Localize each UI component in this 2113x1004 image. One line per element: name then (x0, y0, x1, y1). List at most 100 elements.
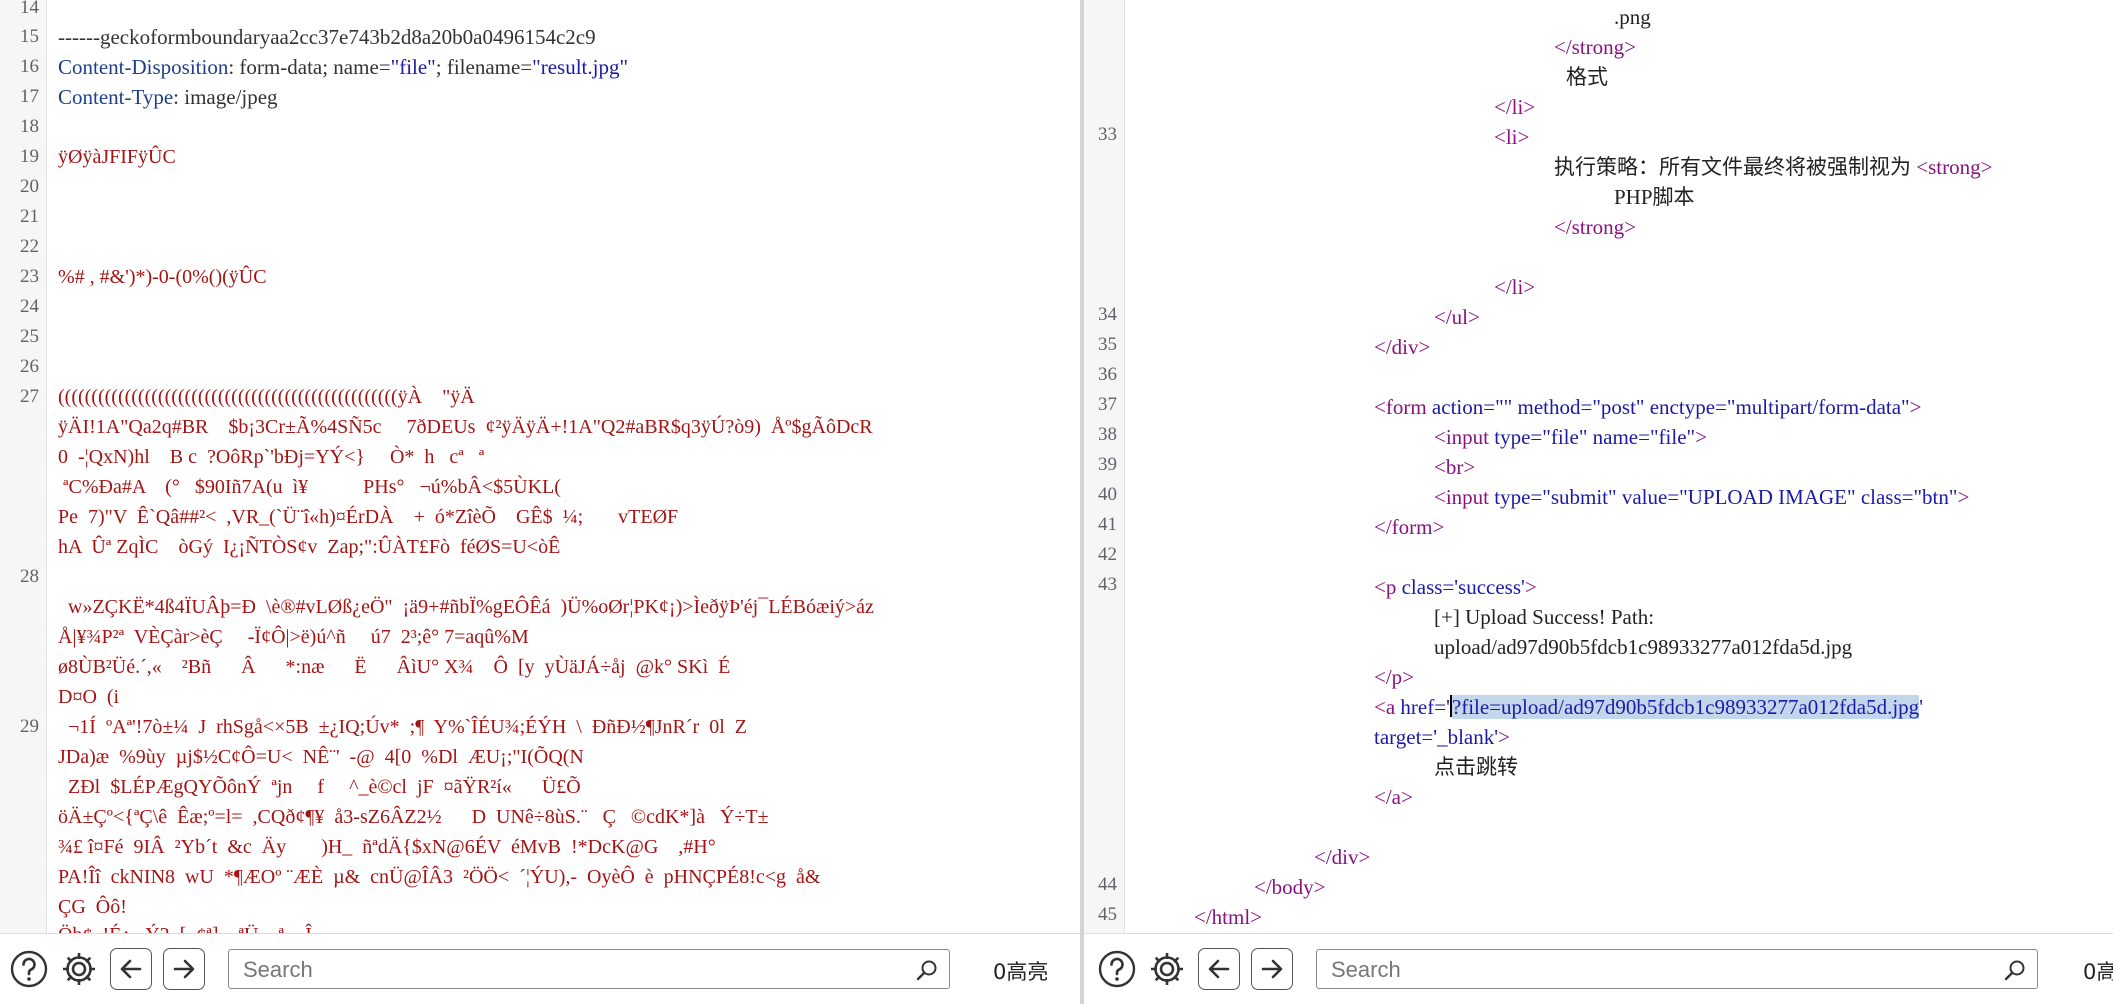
previous-button[interactable] (110, 948, 152, 990)
div-close-tag: </div> (1314, 845, 1371, 869)
line-number: 29 (20, 716, 39, 737)
attr-name: value= (1621, 485, 1680, 509)
line-number: 22 (20, 236, 39, 257)
line-number: 39 (1098, 454, 1117, 475)
div-close-tag: </div> (1374, 335, 1431, 359)
header-text: : form-data; name= (228, 55, 391, 79)
input-tag: <input (1434, 485, 1490, 509)
line-number: 34 (1098, 304, 1117, 325)
next-button[interactable] (1251, 948, 1293, 990)
request-editor[interactable]: 14 15 16 17 18 19 20 21 22 23 24 25 26 2… (0, 0, 1080, 934)
policy-line: 执行策略：所有文件最终将被强制视为 <strong> (1554, 152, 1992, 182)
search-icon[interactable] (2003, 958, 2027, 982)
line-number: 28 (20, 566, 39, 587)
binary-line: Å|¥¾P²ª VÈÇàr>èÇ -Ï¢Ô|>ë)ú^ñ ú7 2³;ê° 7=… (58, 626, 529, 648)
arrow-right-icon (1261, 959, 1283, 979)
header-text: : image/jpeg (173, 85, 278, 109)
binary-line: ÿÄI!1A"Qa2q#BR $b¡3Cr±Ã%4SÑ5c 7ðDEUs ¢²ÿ… (58, 416, 873, 438)
help-icon (1098, 950, 1136, 988)
upload-path-text: upload/ad97d90b5fdcb1c98933277a012fda5d.… (1434, 635, 1853, 659)
next-button[interactable] (163, 948, 205, 990)
attr-value: "post" (1592, 395, 1645, 419)
line-number: 27 (20, 386, 39, 407)
binary-line: ÿØÿàJFIFÿÛC (58, 146, 176, 168)
attr-value: "submit" (1542, 485, 1617, 509)
arrow-left-icon (120, 959, 142, 979)
anchor-open-line: <a href= '?file=upload/ad97d90b5fdcb1c989… (1374, 692, 1923, 722)
attr-value: "file" (1542, 425, 1588, 449)
attr-name: href= (1400, 695, 1447, 719)
header-text: ; filename= (435, 55, 533, 79)
li-open-tag: <li> (1494, 125, 1530, 149)
attr-name: type= (1494, 485, 1543, 509)
help-icon (10, 950, 48, 988)
binary-line: 0 -¦QxN)hl B c ?OôRp`'bÐj=YÝ<} Ò* h cª ª (58, 446, 485, 468)
attr-name: action= (1431, 395, 1496, 419)
line-number: 36 (1098, 364, 1117, 385)
gear-icon (63, 953, 95, 985)
tag-end: > (1957, 485, 1970, 509)
settings-button[interactable] (58, 948, 100, 990)
response-search-box (1316, 949, 2038, 989)
binary-line: D¤O (i (58, 686, 120, 708)
attr-value: "multipart/form-data" (1726, 395, 1910, 419)
binary-line: ¬1Í ºAª'!7ò±¼ J rhSgå<×5B ±¿IQ;Úv* ;¶ Y%… (58, 716, 747, 738)
field-name-value: "file" (390, 55, 436, 79)
request-pane: 14 15 16 17 18 19 20 21 22 23 24 25 26 2… (0, 0, 1080, 1004)
filename-value: "result.jpg" (532, 55, 629, 79)
binary-line: %# , #&')*)-0-(0%()(ÿÛC (58, 266, 267, 288)
content-type-line: Content-Type: image/jpeg (58, 82, 278, 112)
search-icon[interactable] (915, 958, 939, 982)
input-submit-line: <input type="submit" value="UPLOAD IMAGE… (1434, 482, 1969, 512)
highlight-count: 0高亮 (2083, 960, 2113, 984)
attr-value: "btn" (1913, 485, 1958, 509)
attr-name: name= (1592, 425, 1650, 449)
input-tag: <input (1434, 425, 1490, 449)
br-tag: <br> (1434, 455, 1476, 479)
binary-line: öÄ±Çº<{ªÇ\ê Êæ;º=l= ,CQð¢¶¥ å3-sZ6ÂZ2½ D… (58, 806, 769, 828)
line-number: 15 (20, 26, 39, 47)
multipart-boundary: ------geckoformboundaryaa2cc37e743b2d8a2… (58, 25, 596, 49)
attr-value: "UPLOAD IMAGE" (1679, 485, 1856, 509)
selected-href-value[interactable]: ?file=upload/ad97d90b5fdcb1c98933277a012… (1451, 695, 1920, 719)
line-number: 43 (1098, 574, 1117, 595)
binary-line: ø8ÙB²Üé.´,« ²Bñ Â *:næ Ë ÂìU° X¾ Ô [y yÙ… (58, 656, 731, 678)
p-open-line: <p class='success'> (1374, 572, 1537, 602)
content-disposition-line: Content-Disposition: form-data; name="fi… (58, 52, 628, 82)
request-gutter: 14 15 16 17 18 19 20 21 22 23 24 25 26 2… (0, 0, 47, 934)
tag-end: > (1498, 725, 1510, 749)
attr-value: 'success' (1454, 575, 1525, 599)
a-tag: <a (1374, 695, 1396, 719)
line-number: 20 (20, 176, 39, 197)
response-editor[interactable]: 33 34 35 36 37 38 39 40 41 42 43 44 45 .… (1084, 0, 2113, 934)
binary-line: Öb¢ !É¿ Ý2 [ ¢ª] ªÜ ª ¬Î (58, 920, 312, 934)
input-file-line: <input type="file" name="file"> (1434, 422, 1707, 452)
binary-line: PA!Îî ckNIN8 wU *¶ÆOº ¨ÆÈ µ& cnÜ@ÎÂ3 ²ÖÖ… (58, 866, 821, 888)
request-toolbar: 0高亮 (0, 933, 1080, 1004)
request-search-input[interactable] (241, 950, 885, 989)
p-tag: <p (1374, 575, 1397, 599)
line-number: 17 (20, 86, 39, 107)
link-text: 点击跳转 (1434, 755, 1518, 779)
help-button[interactable] (1096, 948, 1138, 990)
a-close-tag: </a> (1374, 785, 1413, 809)
binary-line: Pe 7)"V Ê`Qâ##²< ,VR_(`Ü¨î«h)¤ÉrDÀ + ó*Z… (58, 506, 679, 528)
response-search-input[interactable] (1329, 950, 1973, 989)
previous-button[interactable] (1198, 948, 1240, 990)
help-button[interactable] (8, 948, 50, 990)
gear-icon (1151, 953, 1183, 985)
line-number: 44 (1098, 874, 1117, 895)
settings-button[interactable] (1146, 948, 1188, 990)
binary-line: ((((((((((((((((((((((((((((((((((((((((… (58, 386, 475, 408)
response-gutter: 33 34 35 36 37 38 39 40 41 42 43 44 45 (1084, 0, 1125, 934)
tag-end: > (1909, 395, 1922, 419)
strong-open-tag: <strong> (1916, 155, 1993, 179)
binary-line: JDa)æ %9ùy µj$½C¢Ô=U< NÊ¨' -@ 4[0 %Dl ÆU… (58, 746, 584, 768)
attr-name: type= (1494, 425, 1543, 449)
tag-end: > (1695, 425, 1707, 449)
policy-text: 执行策略：所有文件最终将被强制视为 (1554, 155, 1911, 179)
line-number: 23 (20, 266, 39, 287)
ul-close-tag: </ul> (1434, 305, 1480, 329)
line-number: 26 (20, 356, 39, 377)
p-close-tag: </p> (1374, 665, 1415, 689)
